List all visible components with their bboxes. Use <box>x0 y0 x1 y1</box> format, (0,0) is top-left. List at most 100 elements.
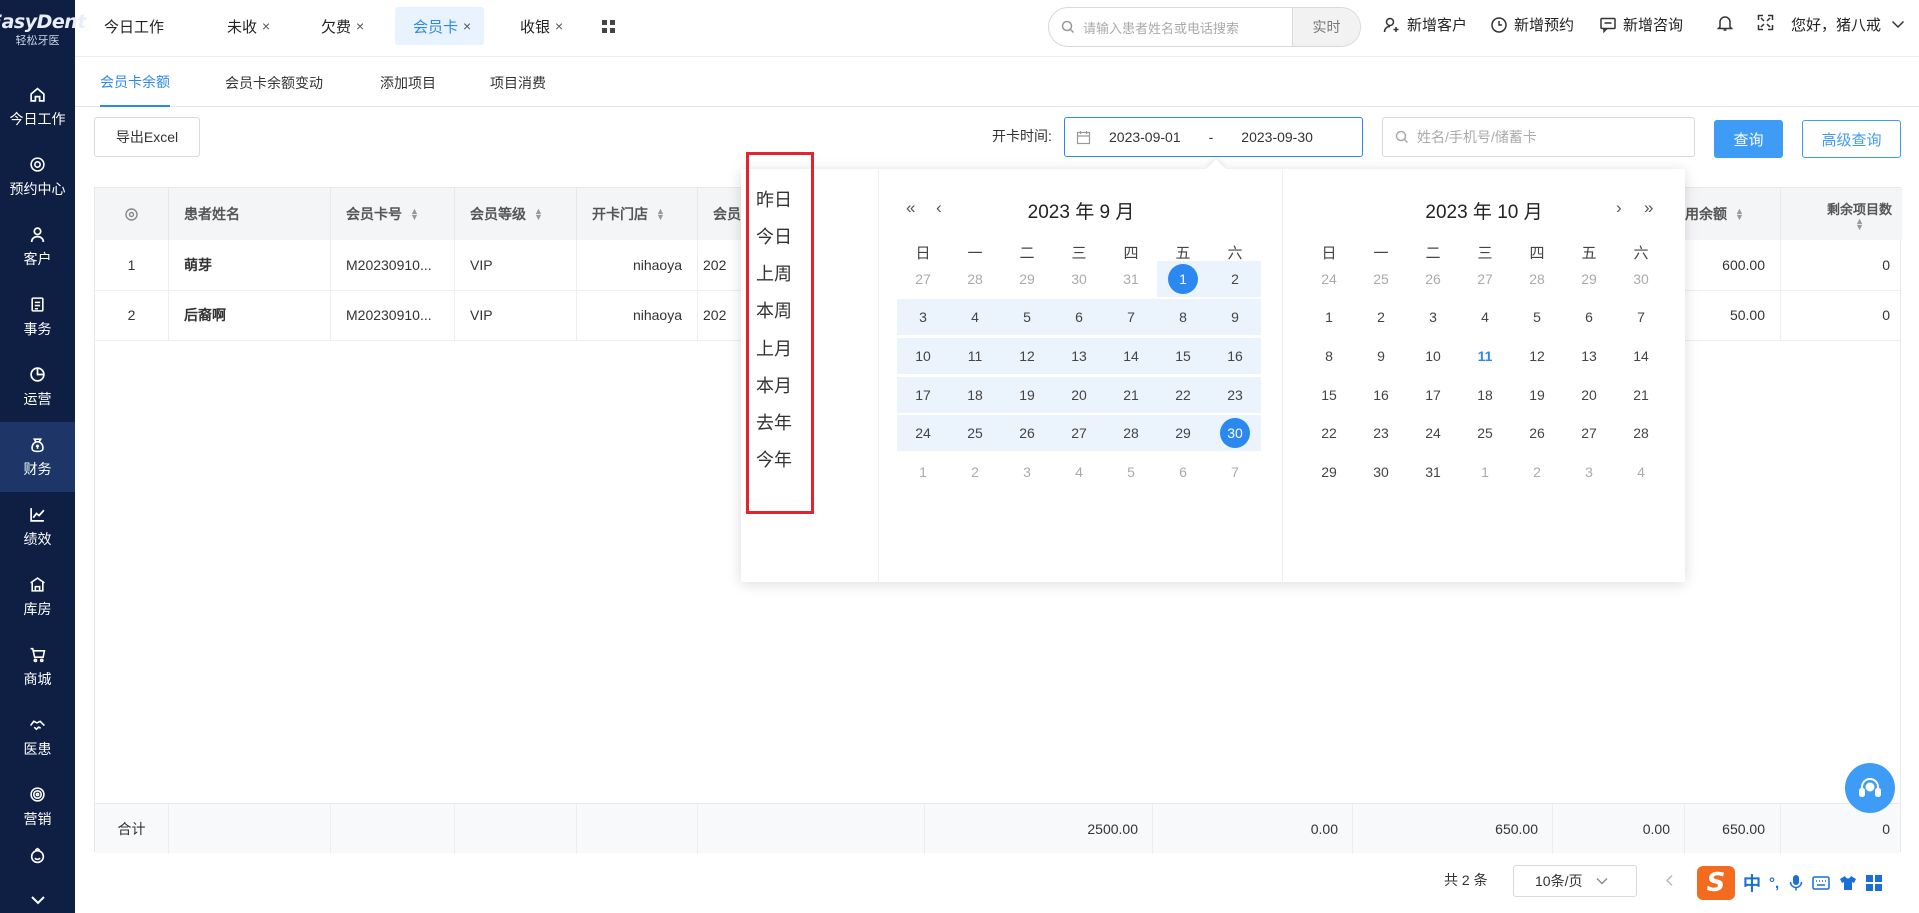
oct-day-cell[interactable]: 26 <box>1407 261 1459 297</box>
sep-day-cell[interactable]: 10 <box>897 338 949 374</box>
sidebar-item-customer[interactable]: 客户 <box>0 212 75 282</box>
tab-member-card[interactable]: 会员卡 × <box>395 7 484 45</box>
next-year-button[interactable]: » <box>1644 198 1653 218</box>
sep-day-cell[interactable]: 4 <box>1053 454 1105 490</box>
sep-day-cell[interactable]: 7 <box>1209 454 1261 490</box>
sep-day-cell[interactable]: 3 <box>897 299 949 335</box>
sep-day-cell[interactable]: 30 <box>1053 261 1105 297</box>
oct-day-cell[interactable]: 17 <box>1407 377 1459 413</box>
sep-day-cell[interactable]: 5 <box>1105 454 1157 490</box>
oct-day-cell[interactable]: 2 <box>1511 454 1563 490</box>
sep-day-cell[interactable]: 28 <box>1105 415 1157 451</box>
sep-day-cell[interactable]: 1 <box>897 454 949 490</box>
sep-day-cell[interactable]: 21 <box>1105 377 1157 413</box>
oct-day-cell[interactable]: 25 <box>1355 261 1407 297</box>
patient-name[interactable]: 后裔啊 <box>169 290 331 340</box>
oct-day-cell[interactable]: 18 <box>1459 377 1511 413</box>
sidebar-item-marketing[interactable]: 营销 <box>0 772 75 842</box>
sep-day-cell[interactable]: 29 <box>1157 415 1209 451</box>
oct-day-cell[interactable]: 21 <box>1615 377 1667 413</box>
oct-day-cell[interactable]: 7 <box>1615 299 1667 335</box>
keyboard-icon[interactable] <box>1812 876 1830 890</box>
advanced-query-button[interactable]: 高级查询 <box>1802 120 1901 158</box>
page-size-select[interactable]: 10条/页 <box>1513 865 1637 897</box>
header-usable-balance[interactable]: 用余额 ▲ ▼ <box>1685 188 1781 240</box>
date-range-picker[interactable]: 2023-09-01 - 2023-09-30 <box>1064 117 1363 157</box>
sep-day-cell[interactable]: 14 <box>1105 338 1157 374</box>
sep-day-cell[interactable]: 30 <box>1209 415 1261 451</box>
patient-search[interactable]: 请输入患者姓名或电话搜索 实时 <box>1048 7 1361 47</box>
oct-day-cell[interactable]: 16 <box>1355 377 1407 413</box>
member-search-input[interactable]: 姓名/手机号/储蓄卡 <box>1382 117 1695 157</box>
new-customer-button[interactable]: 新增客户 <box>1383 14 1467 35</box>
sep-day-cell[interactable]: 20 <box>1053 377 1105 413</box>
oct-day-cell[interactable]: 1 <box>1459 454 1511 490</box>
notifications-button[interactable] <box>1716 14 1740 32</box>
header-remaining-items[interactable]: 剩余项目数 ▲ ▼ <box>1781 188 1902 240</box>
oct-day-cell[interactable]: 25 <box>1459 415 1511 451</box>
tab-balance-change[interactable]: 会员卡余额变动 <box>225 58 323 107</box>
user-menu[interactable]: 您好，猪八戒 <box>1791 14 1905 35</box>
header-card-no[interactable]: 会员卡号 ▲ ▼ <box>331 188 455 240</box>
close-icon[interactable]: × <box>555 18 563 34</box>
oct-day-cell[interactable]: 9 <box>1355 338 1407 374</box>
sep-day-cell[interactable]: 27 <box>897 261 949 297</box>
ime-toolbar[interactable]: S 中 °, <box>1697 866 1919 900</box>
logo[interactable]: EasyDent 轻松牙医 <box>0 0 86 58</box>
close-icon[interactable]: × <box>356 18 364 34</box>
sep-day-cell[interactable]: 31 <box>1105 261 1157 297</box>
sep-day-cell[interactable]: 16 <box>1209 338 1261 374</box>
sort-icon[interactable]: ▲ ▼ <box>1735 207 1744 222</box>
sep-day-cell[interactable]: 2 <box>1209 261 1261 297</box>
sep-day-cell[interactable]: 9 <box>1209 299 1261 335</box>
new-consult-button[interactable]: 新增咨询 <box>1599 14 1683 35</box>
query-button[interactable]: 查询 <box>1714 120 1783 158</box>
sep-day-cell[interactable]: 8 <box>1157 299 1209 335</box>
oct-day-cell[interactable]: 27 <box>1563 415 1615 451</box>
sep-day-cell[interactable]: 3 <box>1001 454 1053 490</box>
oct-day-cell[interactable]: 30 <box>1615 261 1667 297</box>
sep-day-cell[interactable]: 22 <box>1157 377 1209 413</box>
oct-day-cell[interactable]: 23 <box>1355 415 1407 451</box>
new-appointment-button[interactable]: 新增预约 <box>1490 14 1574 35</box>
tab-item-consumption[interactable]: 项目消费 <box>490 58 546 107</box>
next-month-button[interactable]: › <box>1616 198 1622 218</box>
oct-day-cell[interactable]: 24 <box>1407 415 1459 451</box>
oct-day-cell[interactable]: 13 <box>1563 338 1615 374</box>
oct-day-cell[interactable]: 27 <box>1459 261 1511 297</box>
sep-day-cell[interactable]: 2 <box>949 454 1001 490</box>
tab-arrears[interactable]: 欠费 × <box>309 7 376 45</box>
column-settings[interactable] <box>95 188 169 240</box>
sidebar-item-appointment[interactable]: 预约中心 <box>0 142 75 212</box>
sidebar-item-mall[interactable]: 商城 <box>0 632 75 702</box>
tab-unpaid[interactable]: 未收 × <box>215 7 282 45</box>
sidebar-item-today[interactable]: 今日工作 <box>0 72 75 142</box>
sep-day-cell[interactable]: 28 <box>949 261 1001 297</box>
sep-day-cell[interactable]: 29 <box>1001 261 1053 297</box>
sep-day-cell[interactable]: 19 <box>1001 377 1053 413</box>
sep-day-cell[interactable]: 18 <box>949 377 1001 413</box>
oct-day-cell[interactable]: 28 <box>1511 261 1563 297</box>
sep-day-cell[interactable]: 17 <box>897 377 949 413</box>
date-start[interactable]: 2023-09-01 <box>1109 129 1181 145</box>
tab-card-balance[interactable]: 会员卡余额 <box>100 58 170 107</box>
sep-day-cell[interactable]: 4 <box>949 299 1001 335</box>
sep-day-cell[interactable]: 24 <box>897 415 949 451</box>
sep-day-cell[interactable]: 12 <box>1001 338 1053 374</box>
sidebar-item-finance[interactable]: 财务 <box>0 422 75 492</box>
grid-icon[interactable] <box>1866 875 1883 891</box>
sidebar-item-affairs[interactable]: 事务 <box>0 282 75 352</box>
oct-day-cell[interactable]: 19 <box>1511 377 1563 413</box>
fullscreen-button[interactable] <box>1757 14 1780 31</box>
sidebar-item-operations[interactable]: 运营 <box>0 352 75 422</box>
export-excel-button[interactable]: 导出Excel <box>94 117 200 157</box>
sep-day-cell[interactable]: 13 <box>1053 338 1105 374</box>
oct-day-cell[interactable]: 28 <box>1615 415 1667 451</box>
sort-icon[interactable]: ▲ ▼ <box>410 207 419 222</box>
oct-day-cell[interactable]: 26 <box>1511 415 1563 451</box>
oct-day-cell[interactable]: 22 <box>1303 415 1355 451</box>
oct-day-cell[interactable]: 4 <box>1459 299 1511 335</box>
oct-day-cell[interactable]: 30 <box>1355 454 1407 490</box>
ime-mode[interactable]: 中 <box>1743 870 1761 896</box>
oct-day-cell[interactable]: 29 <box>1563 261 1615 297</box>
